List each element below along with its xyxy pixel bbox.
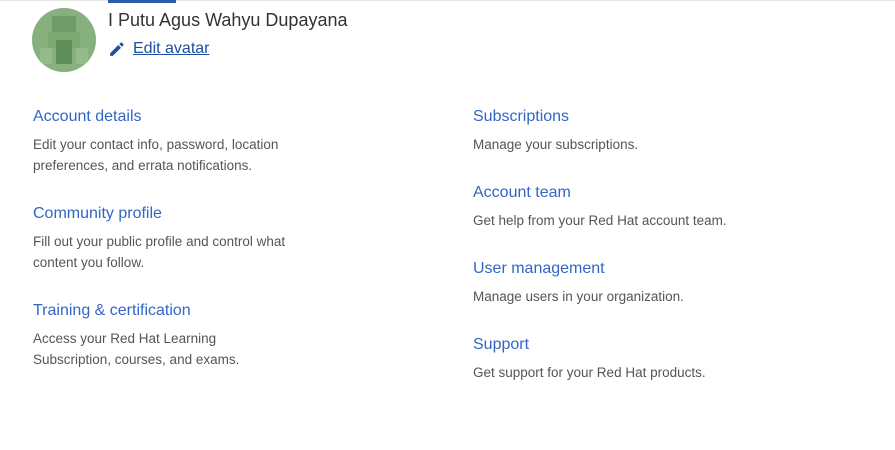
user-management-description: Manage users in your organization. (473, 289, 684, 304)
section-user-management: User management Manage users in your org… (473, 260, 773, 307)
training-certification-description: Access your Red Hat Learning Subscriptio… (33, 331, 240, 367)
account-team-description: Get help from your Red Hat account team. (473, 213, 727, 228)
community-profile-link[interactable]: Community profile (33, 205, 333, 223)
pencil-icon (108, 41, 125, 58)
account-team-link[interactable]: Account team (473, 184, 773, 202)
section-account-team: Account team Get help from your Red Hat … (473, 184, 773, 231)
edit-avatar-label[interactable]: Edit avatar (133, 40, 209, 58)
user-management-link[interactable]: User management (473, 260, 773, 278)
support-description: Get support for your Red Hat products. (473, 365, 706, 380)
section-support: Support Get support for your Red Hat pro… (473, 336, 773, 383)
account-details-link[interactable]: Account details (33, 108, 333, 126)
section-community-profile: Community profile Fill out your public p… (33, 205, 333, 273)
training-certification-link[interactable]: Training & certification (33, 302, 333, 320)
subscriptions-link[interactable]: Subscriptions (473, 108, 773, 126)
account-details-description: Edit your contact info, password, locati… (33, 137, 279, 173)
section-training-certification: Training & certification Access your Red… (33, 302, 333, 370)
edit-avatar-link[interactable]: Edit avatar (108, 40, 209, 58)
section-subscriptions: Subscriptions Manage your subscriptions. (473, 108, 773, 155)
community-profile-description: Fill out your public profile and control… (33, 234, 286, 270)
active-tab-indicator (108, 0, 176, 3)
avatar (32, 8, 96, 72)
support-link[interactable]: Support (473, 336, 773, 354)
subscriptions-description: Manage your subscriptions. (473, 137, 639, 152)
user-name: I Putu Agus Wahyu Dupayana (108, 10, 348, 30)
section-account-details: Account details Edit your contact info, … (33, 108, 333, 176)
